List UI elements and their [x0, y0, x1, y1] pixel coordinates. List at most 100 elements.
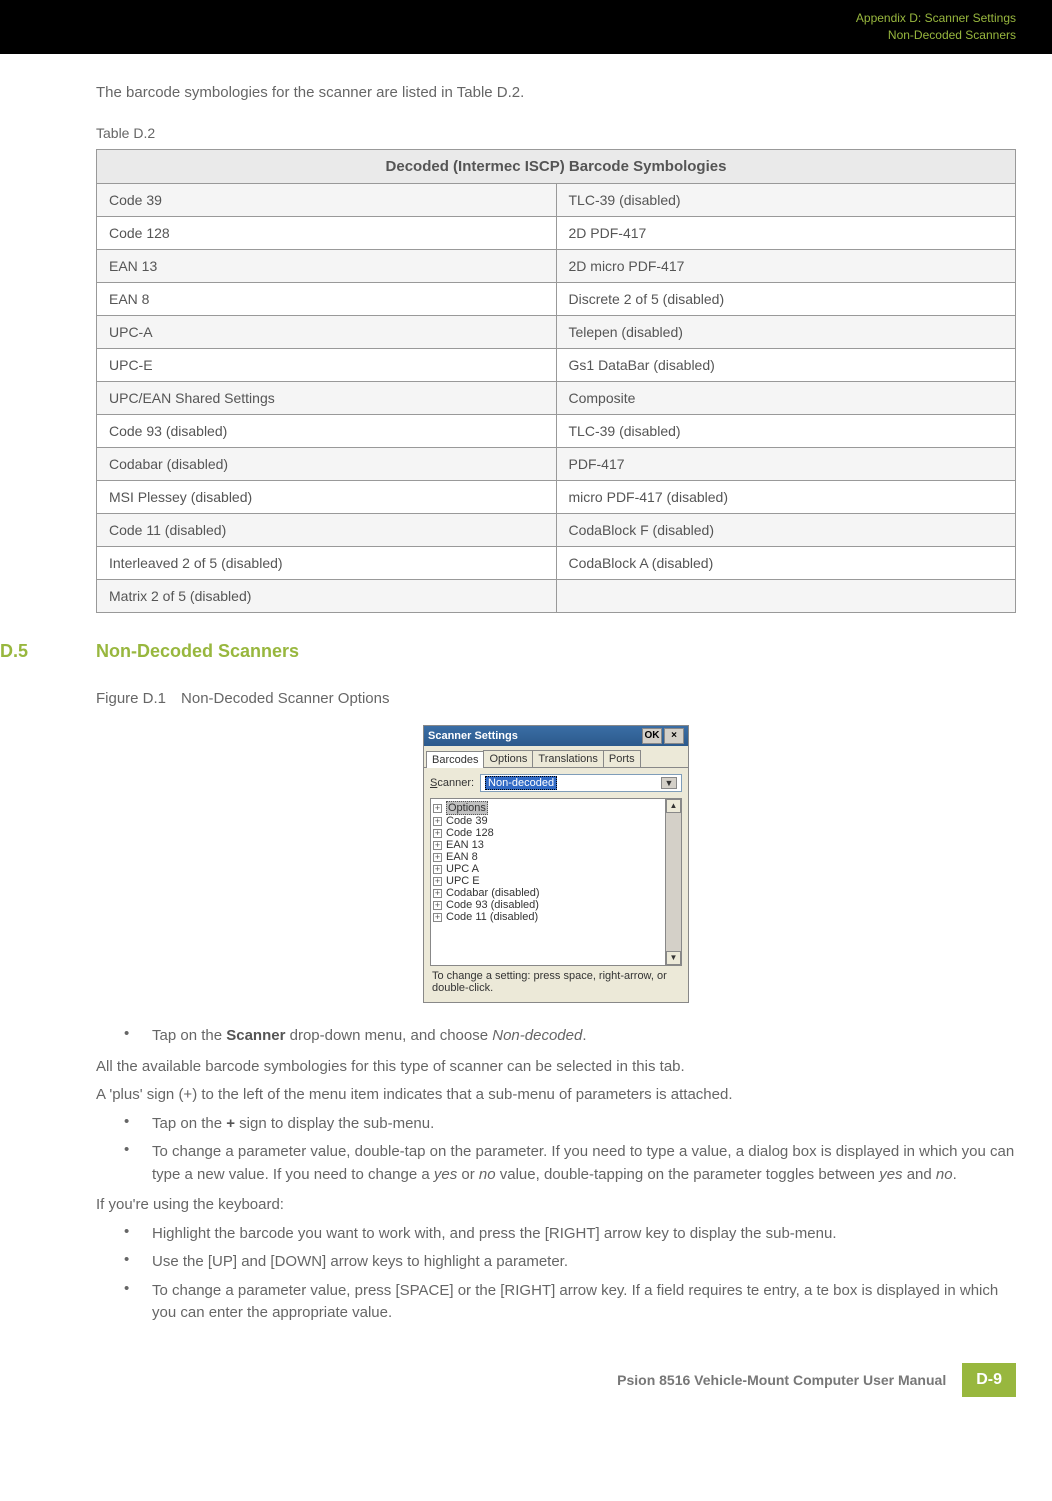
intro-text: The barcode symbologies for the scanner … [96, 84, 1016, 101]
tree-item-label: Code 93 (disabled) [446, 899, 539, 911]
tree-item-label: EAN 13 [446, 839, 484, 851]
table-cell: UPC/EAN Shared Settings [97, 382, 557, 415]
table-row: Code 93 (disabled)TLC-39 (disabled) [97, 415, 1016, 448]
table-cell: EAN 8 [97, 283, 557, 316]
table-row: UPC-EGs1 DataBar (disabled) [97, 349, 1016, 382]
table-cell: CodaBlock A (disabled) [556, 547, 1016, 580]
expand-icon[interactable]: + [433, 817, 442, 826]
tree-item[interactable]: + Codabar (disabled) [433, 887, 679, 899]
chevron-down-icon[interactable]: ▼ [661, 777, 677, 789]
table-cell: EAN 13 [97, 250, 557, 283]
tree-item[interactable]: + Code 93 (disabled) [433, 899, 679, 911]
expand-icon[interactable]: + [433, 865, 442, 874]
tree-item[interactable]: + Options [433, 801, 679, 815]
table-cell: Code 11 (disabled) [97, 514, 557, 547]
table-cell: TLC-39 (disabled) [556, 184, 1016, 217]
para-1: All the available barcode symbologies fo… [96, 1056, 1016, 1079]
table-cell: micro PDF-417 (disabled) [556, 481, 1016, 514]
symbology-table: Decoded (Intermec ISCP) Barcode Symbolog… [96, 149, 1016, 613]
table-header: Decoded (Intermec ISCP) Barcode Symbolog… [97, 150, 1016, 184]
kbd-instruction-2: Use the [UP] and [DOWN] arrow keys to hi… [152, 1251, 568, 1274]
table-cell: 2D PDF-417 [556, 217, 1016, 250]
tree-item-label: Code 128 [446, 827, 494, 839]
tree-item-label: Code 39 [446, 815, 488, 827]
close-button[interactable]: × [664, 728, 684, 744]
header-section: Non-Decoded Scanners [856, 27, 1016, 44]
table-row: EAN 132D micro PDF-417 [97, 250, 1016, 283]
header-appendix: Appendix D: Scanner Settings [856, 10, 1016, 27]
window-title: Scanner Settings [428, 730, 518, 742]
expand-icon[interactable]: + [433, 901, 442, 910]
tab-ports[interactable]: Ports [603, 750, 641, 767]
tree-item[interactable]: + UPC E [433, 875, 679, 887]
table-row: Code 1282D PDF-417 [97, 217, 1016, 250]
expand-icon[interactable]: + [433, 841, 442, 850]
table-row: MSI Plessey (disabled)micro PDF-417 (dis… [97, 481, 1016, 514]
scanner-label: SScanner:canner: [430, 777, 474, 789]
expand-icon[interactable]: + [433, 889, 442, 898]
scroll-up-icon[interactable]: ▲ [666, 799, 681, 813]
tree-item[interactable]: + Code 39 [433, 815, 679, 827]
table-cell: UPC-A [97, 316, 557, 349]
table-cell: Matrix 2 of 5 (disabled) [97, 580, 557, 613]
tab-translations[interactable]: Translations [532, 750, 604, 767]
table-row: Code 39TLC-39 (disabled) [97, 184, 1016, 217]
table-cell: Code 128 [97, 217, 557, 250]
expand-icon[interactable]: + [433, 913, 442, 922]
ok-button[interactable]: OK [642, 728, 662, 744]
tree-item[interactable]: + EAN 8 [433, 851, 679, 863]
kbd-instruction-1: Highlight the barcode you want to work w… [152, 1223, 837, 1246]
table-cell: TLC-39 (disabled) [556, 415, 1016, 448]
table-cell: Code 39 [97, 184, 557, 217]
table-row: Code 11 (disabled)CodaBlock F (disabled) [97, 514, 1016, 547]
expand-icon[interactable]: + [433, 804, 442, 813]
table-cell: PDF-417 [556, 448, 1016, 481]
footer-page: D-9 [962, 1363, 1016, 1397]
tree-item[interactable]: + EAN 13 [433, 839, 679, 851]
section-title: Non-Decoded Scanners [96, 641, 299, 662]
scanner-settings-window: Scanner Settings OK × BarcodesOptionsTra… [423, 725, 689, 1003]
tree-item-label: Code 11 (disabled) [446, 911, 538, 923]
expand-icon[interactable]: + [433, 829, 442, 838]
tab-options[interactable]: Options [483, 750, 533, 767]
table-cell: Telepen (disabled) [556, 316, 1016, 349]
barcode-tree[interactable]: + Options + Code 39 + Code 128 + EAN 13 + EAN 8 + U… [430, 798, 682, 966]
table-cell: 2D micro PDF-417 [556, 250, 1016, 283]
scroll-down-icon[interactable]: ▼ [666, 951, 681, 965]
table-cell: Gs1 DataBar (disabled) [556, 349, 1016, 382]
expand-icon[interactable]: + [433, 853, 442, 862]
tab-barcodes[interactable]: Barcodes [426, 751, 484, 768]
table-cell: Codabar (disabled) [97, 448, 557, 481]
table-cell: MSI Plessey (disabled) [97, 481, 557, 514]
table-cell: Code 93 (disabled) [97, 415, 557, 448]
table-cell: Interleaved 2 of 5 (disabled) [97, 547, 557, 580]
tree-item[interactable]: + Code 11 (disabled) [433, 911, 679, 923]
tree-item[interactable]: + Code 128 [433, 827, 679, 839]
page-header: Appendix D: Scanner Settings Non-Decoded… [0, 0, 1052, 54]
table-row: UPC/EAN Shared SettingsComposite [97, 382, 1016, 415]
tree-item-label: Options [446, 801, 488, 815]
instruction-1: Tap on the Scanner drop-down menu, and c… [152, 1025, 587, 1048]
tree-item-label: UPC A [446, 863, 479, 875]
expand-icon[interactable]: + [433, 877, 442, 886]
tree-item[interactable]: + UPC A [433, 863, 679, 875]
table-row: UPC-ATelepen (disabled) [97, 316, 1016, 349]
scanner-dropdown[interactable]: Non-decoded ▼ [480, 774, 682, 792]
table-row: Matrix 2 of 5 (disabled) [97, 580, 1016, 613]
table-cell: Composite [556, 382, 1016, 415]
figure-label: Figure D.1 Non-Decoded Scanner Options [96, 690, 1016, 707]
table-row: EAN 8Discrete 2 of 5 (disabled) [97, 283, 1016, 316]
tree-item-label: Codabar (disabled) [446, 887, 540, 899]
scanner-value: Non-decoded [485, 776, 557, 790]
instruction-3: To change a parameter value, double-tap … [152, 1141, 1016, 1186]
table-label: Table D.2 [96, 125, 1016, 141]
tree-item-label: UPC E [446, 875, 480, 887]
footer-title: Psion 8516 Vehicle-Mount Computer User M… [617, 1372, 946, 1388]
instruction-2: Tap on the + sign to display the sub-men… [152, 1113, 434, 1136]
kbd-instruction-3: To change a parameter value, press [SPAC… [152, 1280, 1016, 1325]
table-cell: Discrete 2 of 5 (disabled) [556, 283, 1016, 316]
tree-item-label: EAN 8 [446, 851, 478, 863]
hint-text: To change a setting: press space, right-… [430, 966, 682, 996]
table-cell: CodaBlock F (disabled) [556, 514, 1016, 547]
table-cell [556, 580, 1016, 613]
